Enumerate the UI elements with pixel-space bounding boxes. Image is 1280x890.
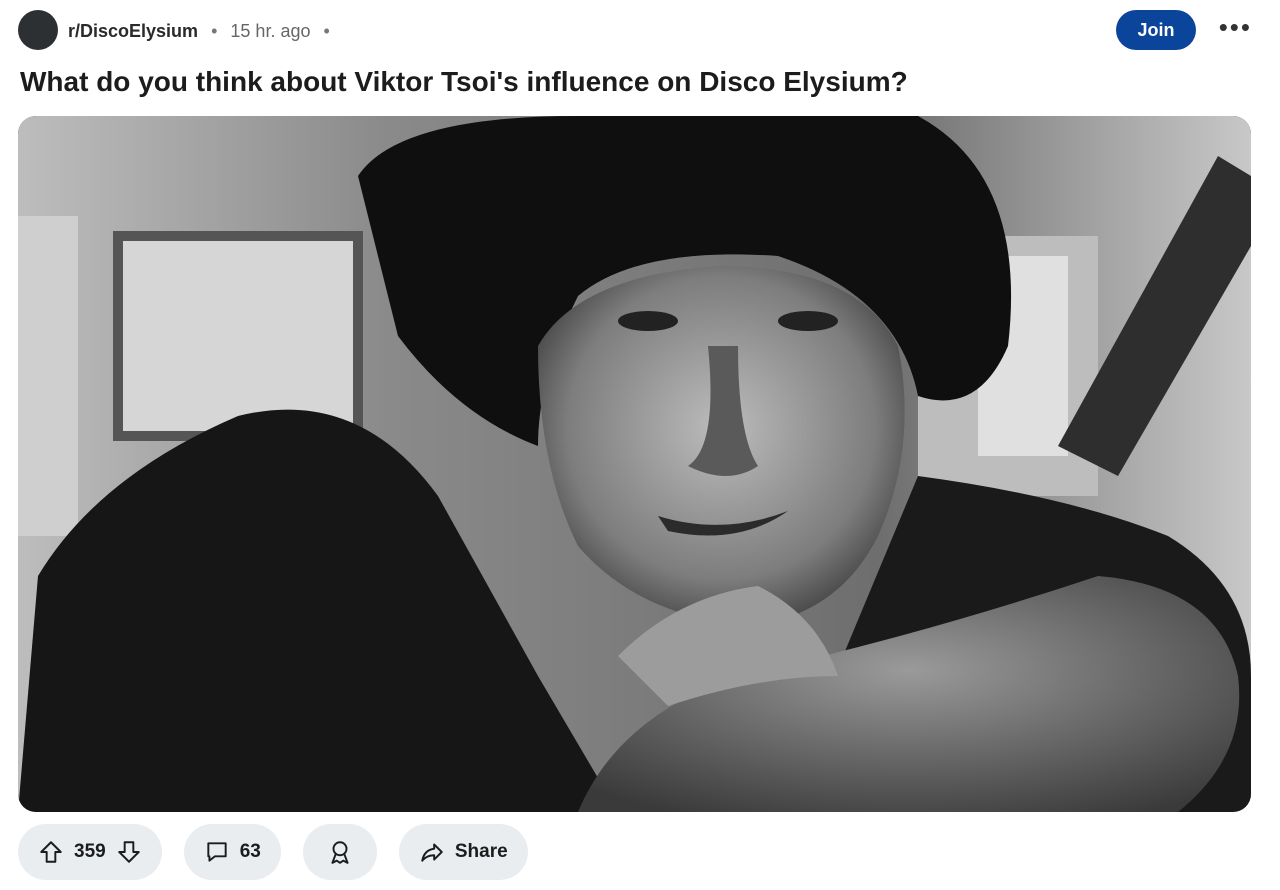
more-horizontal-icon[interactable]: •••: [1219, 14, 1252, 40]
comment-icon: [204, 839, 230, 865]
meta-separator: •: [211, 21, 218, 41]
upvote-icon[interactable]: [38, 839, 64, 865]
vote-control: 359: [18, 824, 162, 880]
post-actions: 359 63 Share: [18, 824, 528, 880]
share-icon: [419, 839, 445, 865]
vote-count: 359: [74, 841, 106, 862]
comment-count: 63: [239, 841, 261, 862]
share-button[interactable]: Share: [398, 824, 528, 880]
comments-button[interactable]: 63: [183, 824, 281, 880]
subreddit-avatar[interactable]: [18, 10, 58, 50]
post-image[interactable]: [18, 116, 1251, 812]
meta-separator: •: [323, 21, 330, 41]
award-button[interactable]: [302, 824, 377, 880]
portrait-photo: [18, 116, 1251, 812]
post-header: r/DiscoElysium • 15 hr. ago • Join •••: [18, 10, 1262, 52]
post-title[interactable]: What do you think about Viktor Tsoi's in…: [20, 66, 908, 98]
join-button[interactable]: Join: [1116, 10, 1196, 50]
award-icon: [327, 839, 353, 865]
downvote-icon[interactable]: [116, 839, 142, 865]
post-time: 15 hr. ago: [230, 21, 311, 41]
subreddit-link[interactable]: r/DiscoElysium: [68, 21, 198, 41]
share-label: Share: [454, 841, 508, 862]
post-meta: r/DiscoElysium • 15 hr. ago •: [68, 21, 338, 42]
